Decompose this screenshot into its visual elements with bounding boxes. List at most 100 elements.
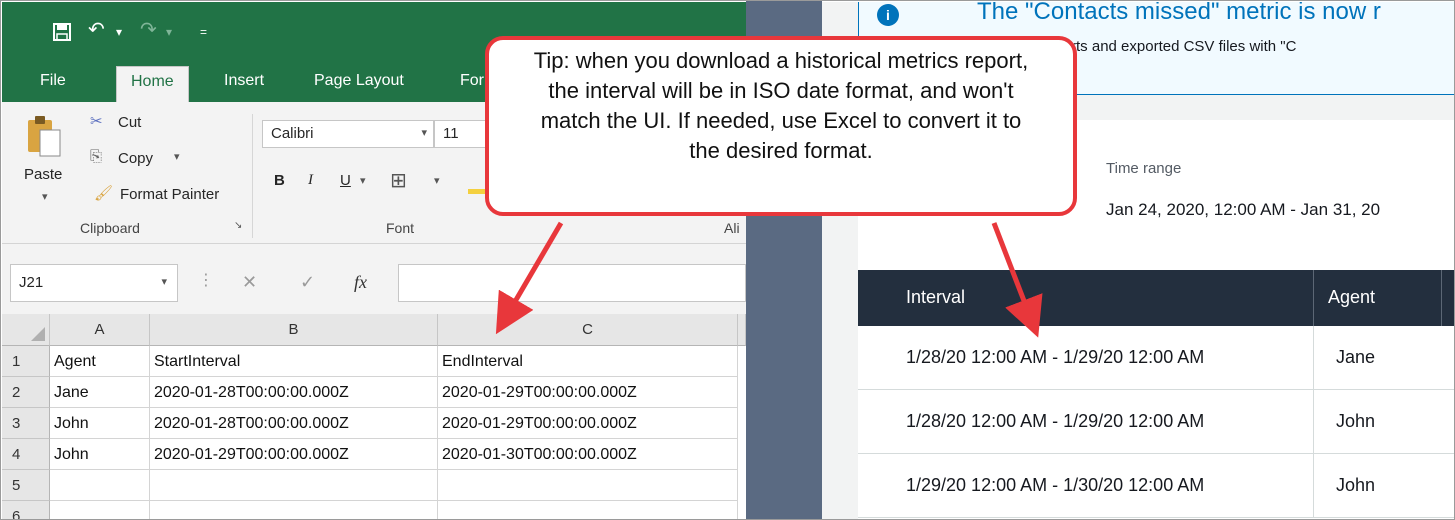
format-painter-icon: 🖌 <box>94 185 114 202</box>
undo-dropdown-icon[interactable]: ▾ <box>116 22 122 42</box>
font-size-value: 11 <box>443 125 459 142</box>
tab-formulas[interactable]: For <box>460 72 484 90</box>
format-painter-button[interactable]: Format Painter <box>120 186 219 203</box>
column-separator <box>1313 270 1314 326</box>
column-header-d[interactable] <box>738 314 746 346</box>
save-icon[interactable] <box>52 22 72 46</box>
time-range-label: Time range <box>1106 160 1182 177</box>
bold-button[interactable]: B <box>274 172 285 189</box>
cut-button[interactable]: Cut <box>118 114 141 131</box>
more-icon: ⋮ <box>198 272 214 289</box>
tab-insert[interactable]: Insert <box>224 72 264 90</box>
agent-cell: Jane <box>1336 347 1376 367</box>
row-header[interactable]: 1 <box>2 346 50 377</box>
interval-cell: 1/29/20 12:00 AM - 1/30/20 12:00 AM <box>906 475 1205 495</box>
tip-callout-text: Tip: when you download a historical metr… <box>533 48 1029 163</box>
table-cell[interactable]: John <box>50 408 150 439</box>
borders-dropdown-icon[interactable]: ▾ <box>434 174 440 187</box>
table-row: 1/28/20 12:00 AM - 1/29/20 12:00 AM John <box>858 390 1454 454</box>
info-icon: i <box>877 4 899 26</box>
table-cell[interactable] <box>438 470 738 501</box>
row-header[interactable]: 4 <box>2 439 50 470</box>
underline-dropdown-icon[interactable]: ▾ <box>360 174 366 187</box>
table-cell[interactable]: StartInterval <box>150 346 438 377</box>
table-cell[interactable] <box>150 470 438 501</box>
table-cell[interactable]: 2020-01-28T00:00:00.000Z <box>150 408 438 439</box>
tab-file[interactable]: File <box>40 72 66 90</box>
insert-function-button[interactable]: fx <box>354 272 367 293</box>
cell-separator <box>1313 454 1314 518</box>
table-cell[interactable]: 2020-01-29T00:00:00.000Z <box>150 439 438 470</box>
agent-cell: John <box>1336 411 1376 431</box>
select-all-corner[interactable] <box>2 314 50 346</box>
customize-qat-icon[interactable]: = <box>200 22 207 42</box>
cancel-icon[interactable]: ✕ <box>242 272 257 293</box>
column-header-c[interactable]: C <box>438 314 738 346</box>
underline-button[interactable]: U <box>340 172 351 189</box>
table-cell[interactable]: 2020-01-29T00:00:00.000Z <box>438 377 738 408</box>
interval-cell: 1/28/20 12:00 AM - 1/29/20 12:00 AM <box>906 411 1205 431</box>
column-separator <box>1441 270 1442 326</box>
table-cell[interactable]: EndInterval <box>438 346 738 377</box>
table-cell[interactable]: 2020-01-28T00:00:00.000Z <box>150 377 438 408</box>
name-box-dropdown-icon[interactable]: ▾ <box>161 275 167 288</box>
borders-icon[interactable]: ⊞ <box>390 168 407 193</box>
tab-page-layout[interactable]: Page Layout <box>314 72 404 90</box>
table-cell[interactable] <box>150 501 438 519</box>
clipboard-group-label: Clipboard <box>80 220 140 236</box>
interval-cell: 1/28/20 12:00 AM - 1/29/20 12:00 AM <box>906 347 1205 367</box>
banner-text: reports and exported CSV files with "C <box>1041 38 1297 55</box>
copy-dropdown-icon[interactable]: ▾ <box>174 150 180 163</box>
row-header[interactable]: 6 <box>2 501 50 519</box>
column-header-agent[interactable]: Agent <box>1328 287 1375 308</box>
spreadsheet-grid: A B C 1 Agent StartInterval EndInterval … <box>2 314 746 519</box>
paste-icon[interactable] <box>24 114 64 163</box>
table-cell[interactable]: John <box>50 439 150 470</box>
enter-icon[interactable]: ✓ <box>300 272 315 293</box>
name-box-value: J21 <box>19 274 44 291</box>
table-row: 1/29/20 12:00 AM - 1/30/20 12:00 AM John <box>858 454 1454 518</box>
font-group-label: Font <box>386 220 415 236</box>
table-cell[interactable] <box>50 501 150 519</box>
row-header[interactable]: 5 <box>2 470 50 501</box>
copy-button[interactable]: Copy <box>118 150 153 167</box>
italic-button[interactable]: I <box>308 172 313 189</box>
screenshot-frame: ↶ ▾ ↷ ▾ = File Home Insert Page Layout F… <box>0 0 1455 520</box>
clipboard-launcher-icon[interactable]: ↘ <box>234 220 242 231</box>
table-cell[interactable] <box>50 470 150 501</box>
copy-icon: ⎘ <box>90 148 103 165</box>
formula-bar: J21 ▾ ⋮ ✕ ✓ fx <box>2 244 746 314</box>
row-header[interactable]: 3 <box>2 408 50 439</box>
font-size-combo[interactable]: 11 <box>434 120 490 148</box>
ribbon-separator <box>252 114 253 238</box>
time-range-value: Jan 24, 2020, 12:00 AM - Jan 31, 20 <box>1106 200 1381 219</box>
redo-icon[interactable]: ↷ <box>140 20 157 40</box>
tip-callout: Tip: when you download a historical metr… <box>485 36 1077 216</box>
font-name-value: Calibri <box>271 125 314 142</box>
cell-separator <box>1313 326 1314 390</box>
font-name-combo[interactable]: Calibri ▾ <box>262 120 434 148</box>
formula-input[interactable] <box>398 264 746 302</box>
column-header-b[interactable]: B <box>150 314 438 346</box>
paste-dropdown-icon[interactable]: ▾ <box>42 190 48 203</box>
table-cell[interactable]: 2020-01-30T00:00:00.000Z <box>438 439 738 470</box>
cut-icon: ✂ <box>90 113 103 130</box>
tab-home[interactable]: Home <box>116 66 189 102</box>
banner-title: The "Contacts missed" metric is now r <box>977 2 1381 25</box>
name-box[interactable]: J21 ▾ <box>10 264 178 302</box>
paste-button[interactable]: Paste <box>24 166 62 183</box>
chevron-down-icon: ▾ <box>421 127 427 139</box>
table-header: Interval Agent <box>858 270 1454 326</box>
table-cell[interactable]: Agent <box>50 346 150 377</box>
row-header[interactable]: 2 <box>2 377 50 408</box>
column-header-a[interactable]: A <box>50 314 150 346</box>
column-header-interval[interactable]: Interval <box>906 287 965 308</box>
table-cell[interactable]: Jane <box>50 377 150 408</box>
alignment-group-label: Ali <box>724 220 740 236</box>
table-cell[interactable]: 2020-01-29T00:00:00.000Z <box>438 408 738 439</box>
agent-cell: John <box>1336 475 1376 495</box>
redo-dropdown-icon[interactable]: ▾ <box>166 22 172 42</box>
table-cell[interactable] <box>438 501 738 519</box>
undo-icon[interactable]: ↶ <box>88 20 105 40</box>
cell-separator <box>1313 390 1314 454</box>
